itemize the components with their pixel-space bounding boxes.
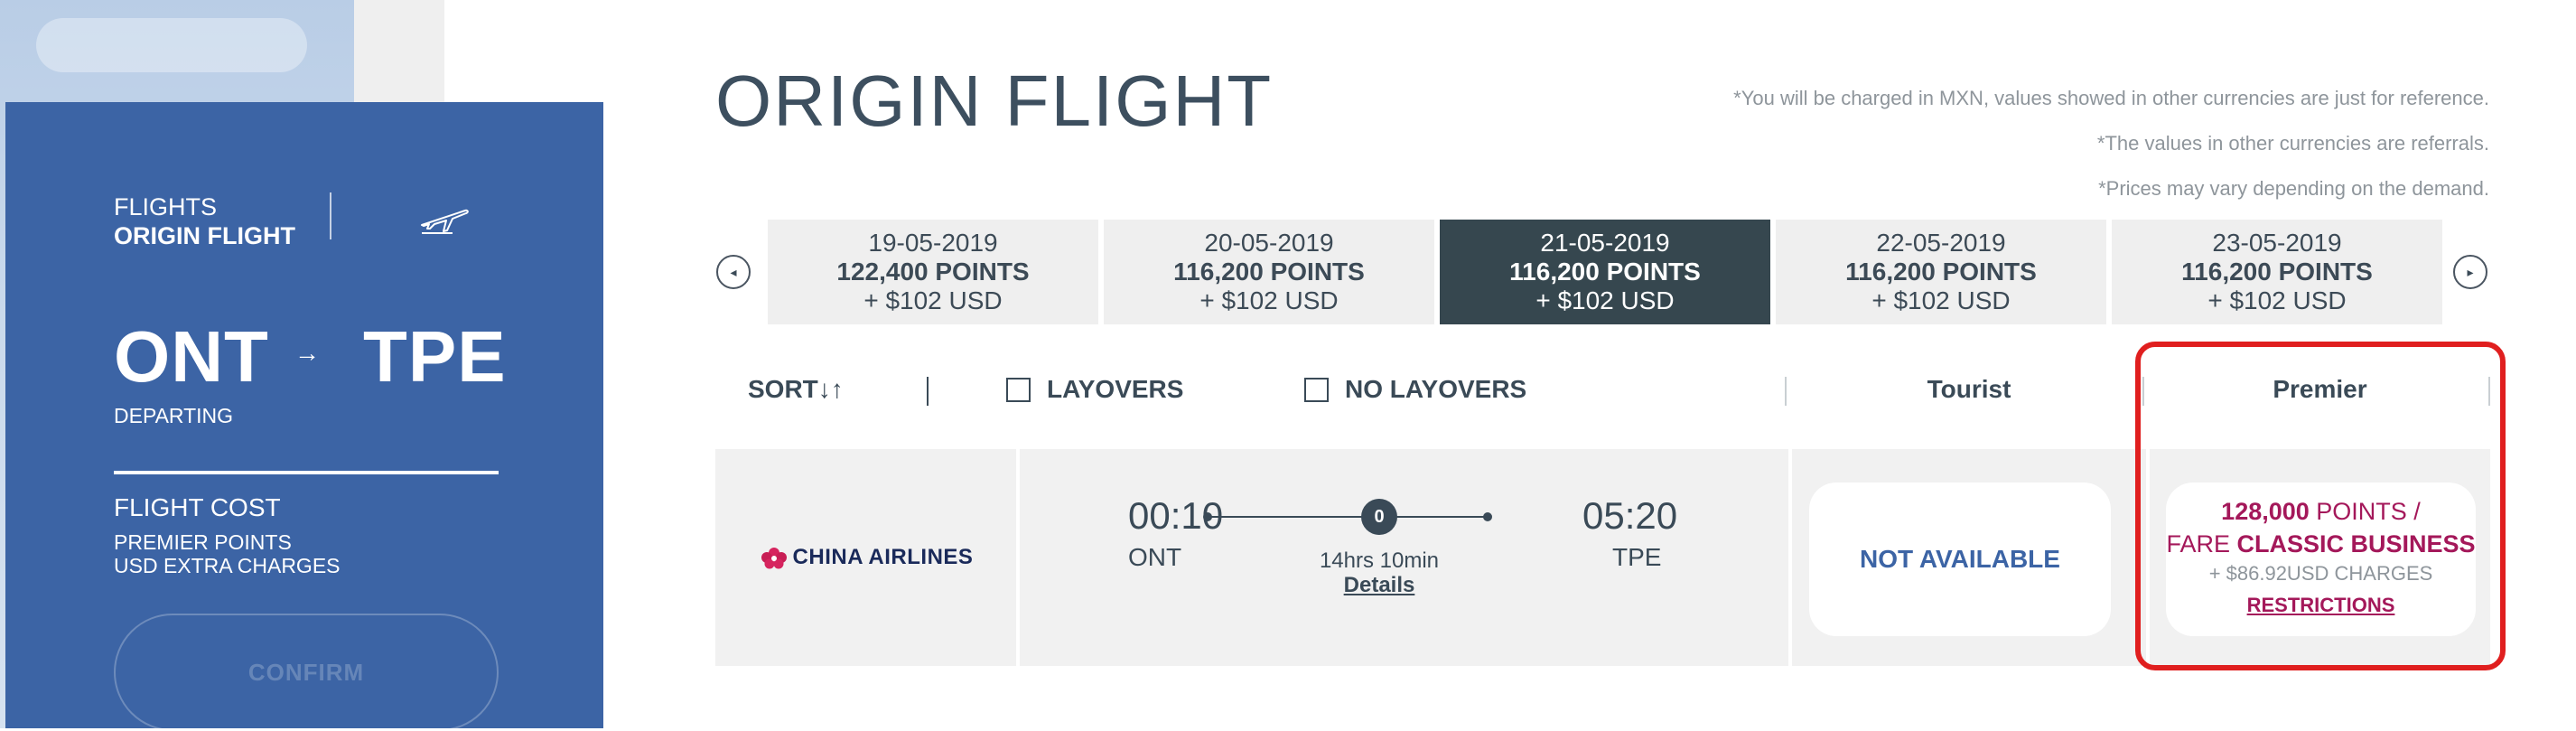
flights-heading: FLIGHTS ORIGIN FLIGHT [114, 192, 295, 250]
date-selector: 19-05-2019 122,400 POINTS + $102 USD 20-… [768, 220, 2484, 324]
cloud-shape [36, 18, 307, 72]
tourist-column-header: Tourist [1927, 375, 2011, 403]
no-layovers-checkbox[interactable]: NO LAYOVERS [1304, 375, 1526, 404]
date-value: 21-05-2019 [1540, 229, 1670, 257]
details-link[interactable]: Details [1282, 573, 1477, 598]
date-option[interactable]: 22-05-2019 116,200 POINTS + $102 USD [1776, 220, 2106, 324]
date-usd: + $102 USD [1199, 286, 1339, 314]
date-points: 116,200 POINTS [1509, 258, 1701, 286]
date-option[interactable]: 23-05-2019 116,200 POINTS + $102 USD [2112, 220, 2442, 324]
usd-extra-charges-label: USD EXTRA CHARGES [114, 554, 341, 577]
tourist-fare-option: NOT AVAILABLE [1809, 483, 2111, 636]
plum-blossom-icon [761, 548, 787, 569]
date-value: 19-05-2019 [868, 229, 998, 257]
date-usd: + $102 USD [1871, 286, 2011, 314]
note-line: *You will be charged in MXN, values show… [1733, 87, 2489, 109]
date-option[interactable]: 20-05-2019 116,200 POINTS + $102 USD [1104, 220, 1434, 324]
chevron-left-icon: ◂ [730, 264, 737, 279]
no-layovers-label: NO LAYOVERS [1345, 375, 1527, 403]
airplane-takeoff-icon [421, 209, 469, 234]
divider [1785, 377, 1787, 406]
route-dot [1483, 512, 1492, 521]
origin-code: ONT [114, 316, 269, 397]
arrow-right-icon: → [294, 339, 320, 367]
date-points: 116,200 POINTS [1845, 258, 2037, 286]
flight-summary-card: FLIGHTS ORIGIN FLIGHT ONT → TPE DEPARTIN… [5, 102, 603, 731]
currency-notes: *You will be charged in MXN, values show… [1733, 76, 2489, 211]
route: ONT → TPE [114, 315, 511, 397]
flight-cost-title: FLIGHT COST [114, 493, 281, 521]
note-line: *Prices may vary depending on the demand… [2098, 177, 2489, 200]
checkbox-icon[interactable] [1304, 377, 1329, 402]
note-line: *The values in other currencies are refe… [2096, 132, 2489, 155]
divider [330, 192, 331, 239]
date-usd: + $102 USD [1535, 286, 1675, 314]
flight-cost-details: PREMIER POINTS USD EXTRA CHARGES [114, 530, 341, 577]
layovers-checkbox[interactable]: LAYOVERS [1006, 375, 1183, 404]
highlight-annotation [2135, 342, 2506, 670]
previous-dates-button[interactable]: ◂ [716, 255, 751, 289]
date-points: 116,200 POINTS [2181, 258, 2373, 286]
departing-label: DEPARTING [114, 404, 234, 427]
date-points: 116,200 POINTS [1173, 258, 1365, 286]
airline-logo: CHINA AIRLINES [759, 545, 974, 570]
stops-badge: 0 [1361, 499, 1397, 535]
chevron-right-icon: ▸ [2467, 264, 2474, 279]
date-points: 122,400 POINTS [836, 258, 1030, 286]
date-option[interactable]: 19-05-2019 122,400 POINTS + $102 USD [768, 220, 1098, 324]
divider [114, 471, 499, 474]
page-title: ORIGIN FLIGHT [715, 61, 1274, 141]
date-option-selected[interactable]: 21-05-2019 116,200 POINTS + $102 USD [1440, 220, 1770, 324]
flights-label: FLIGHTS [114, 193, 218, 220]
date-value: 23-05-2019 [2212, 229, 2342, 257]
destination-code: TPE [363, 316, 507, 397]
origin-flight-label: ORIGIN FLIGHT [114, 222, 295, 249]
layovers-label: LAYOVERS [1047, 375, 1184, 403]
flight-duration: 14hrs 10min [1319, 548, 1440, 573]
arrival-time: 05:20 [1582, 494, 1678, 537]
route-line [1206, 516, 1488, 518]
date-value: 22-05-2019 [1876, 229, 2006, 257]
date-usd: + $102 USD [863, 286, 1003, 314]
next-dates-button[interactable]: ▸ [2453, 255, 2487, 289]
date-value: 20-05-2019 [1204, 229, 1334, 257]
confirm-button[interactable]: CONFIRM [114, 614, 499, 731]
itinerary-cell: 00:10 ONT 0 14hrs 10min Details 05:20 TP… [1020, 449, 1788, 666]
airline-name: CHINA AIRLINES [792, 545, 974, 569]
date-usd: + $102 USD [2207, 286, 2347, 314]
divider [927, 377, 929, 406]
route-dot [1203, 512, 1212, 521]
departure-city: ONT [1128, 543, 1182, 571]
checkbox-icon[interactable] [1006, 377, 1031, 402]
premier-points-label: PREMIER POINTS [114, 530, 292, 554]
sort-button[interactable]: SORT↓↑ [748, 375, 844, 404]
arrival-city: TPE [1612, 543, 1662, 571]
airline-cell: CHINA AIRLINES [715, 449, 1016, 666]
